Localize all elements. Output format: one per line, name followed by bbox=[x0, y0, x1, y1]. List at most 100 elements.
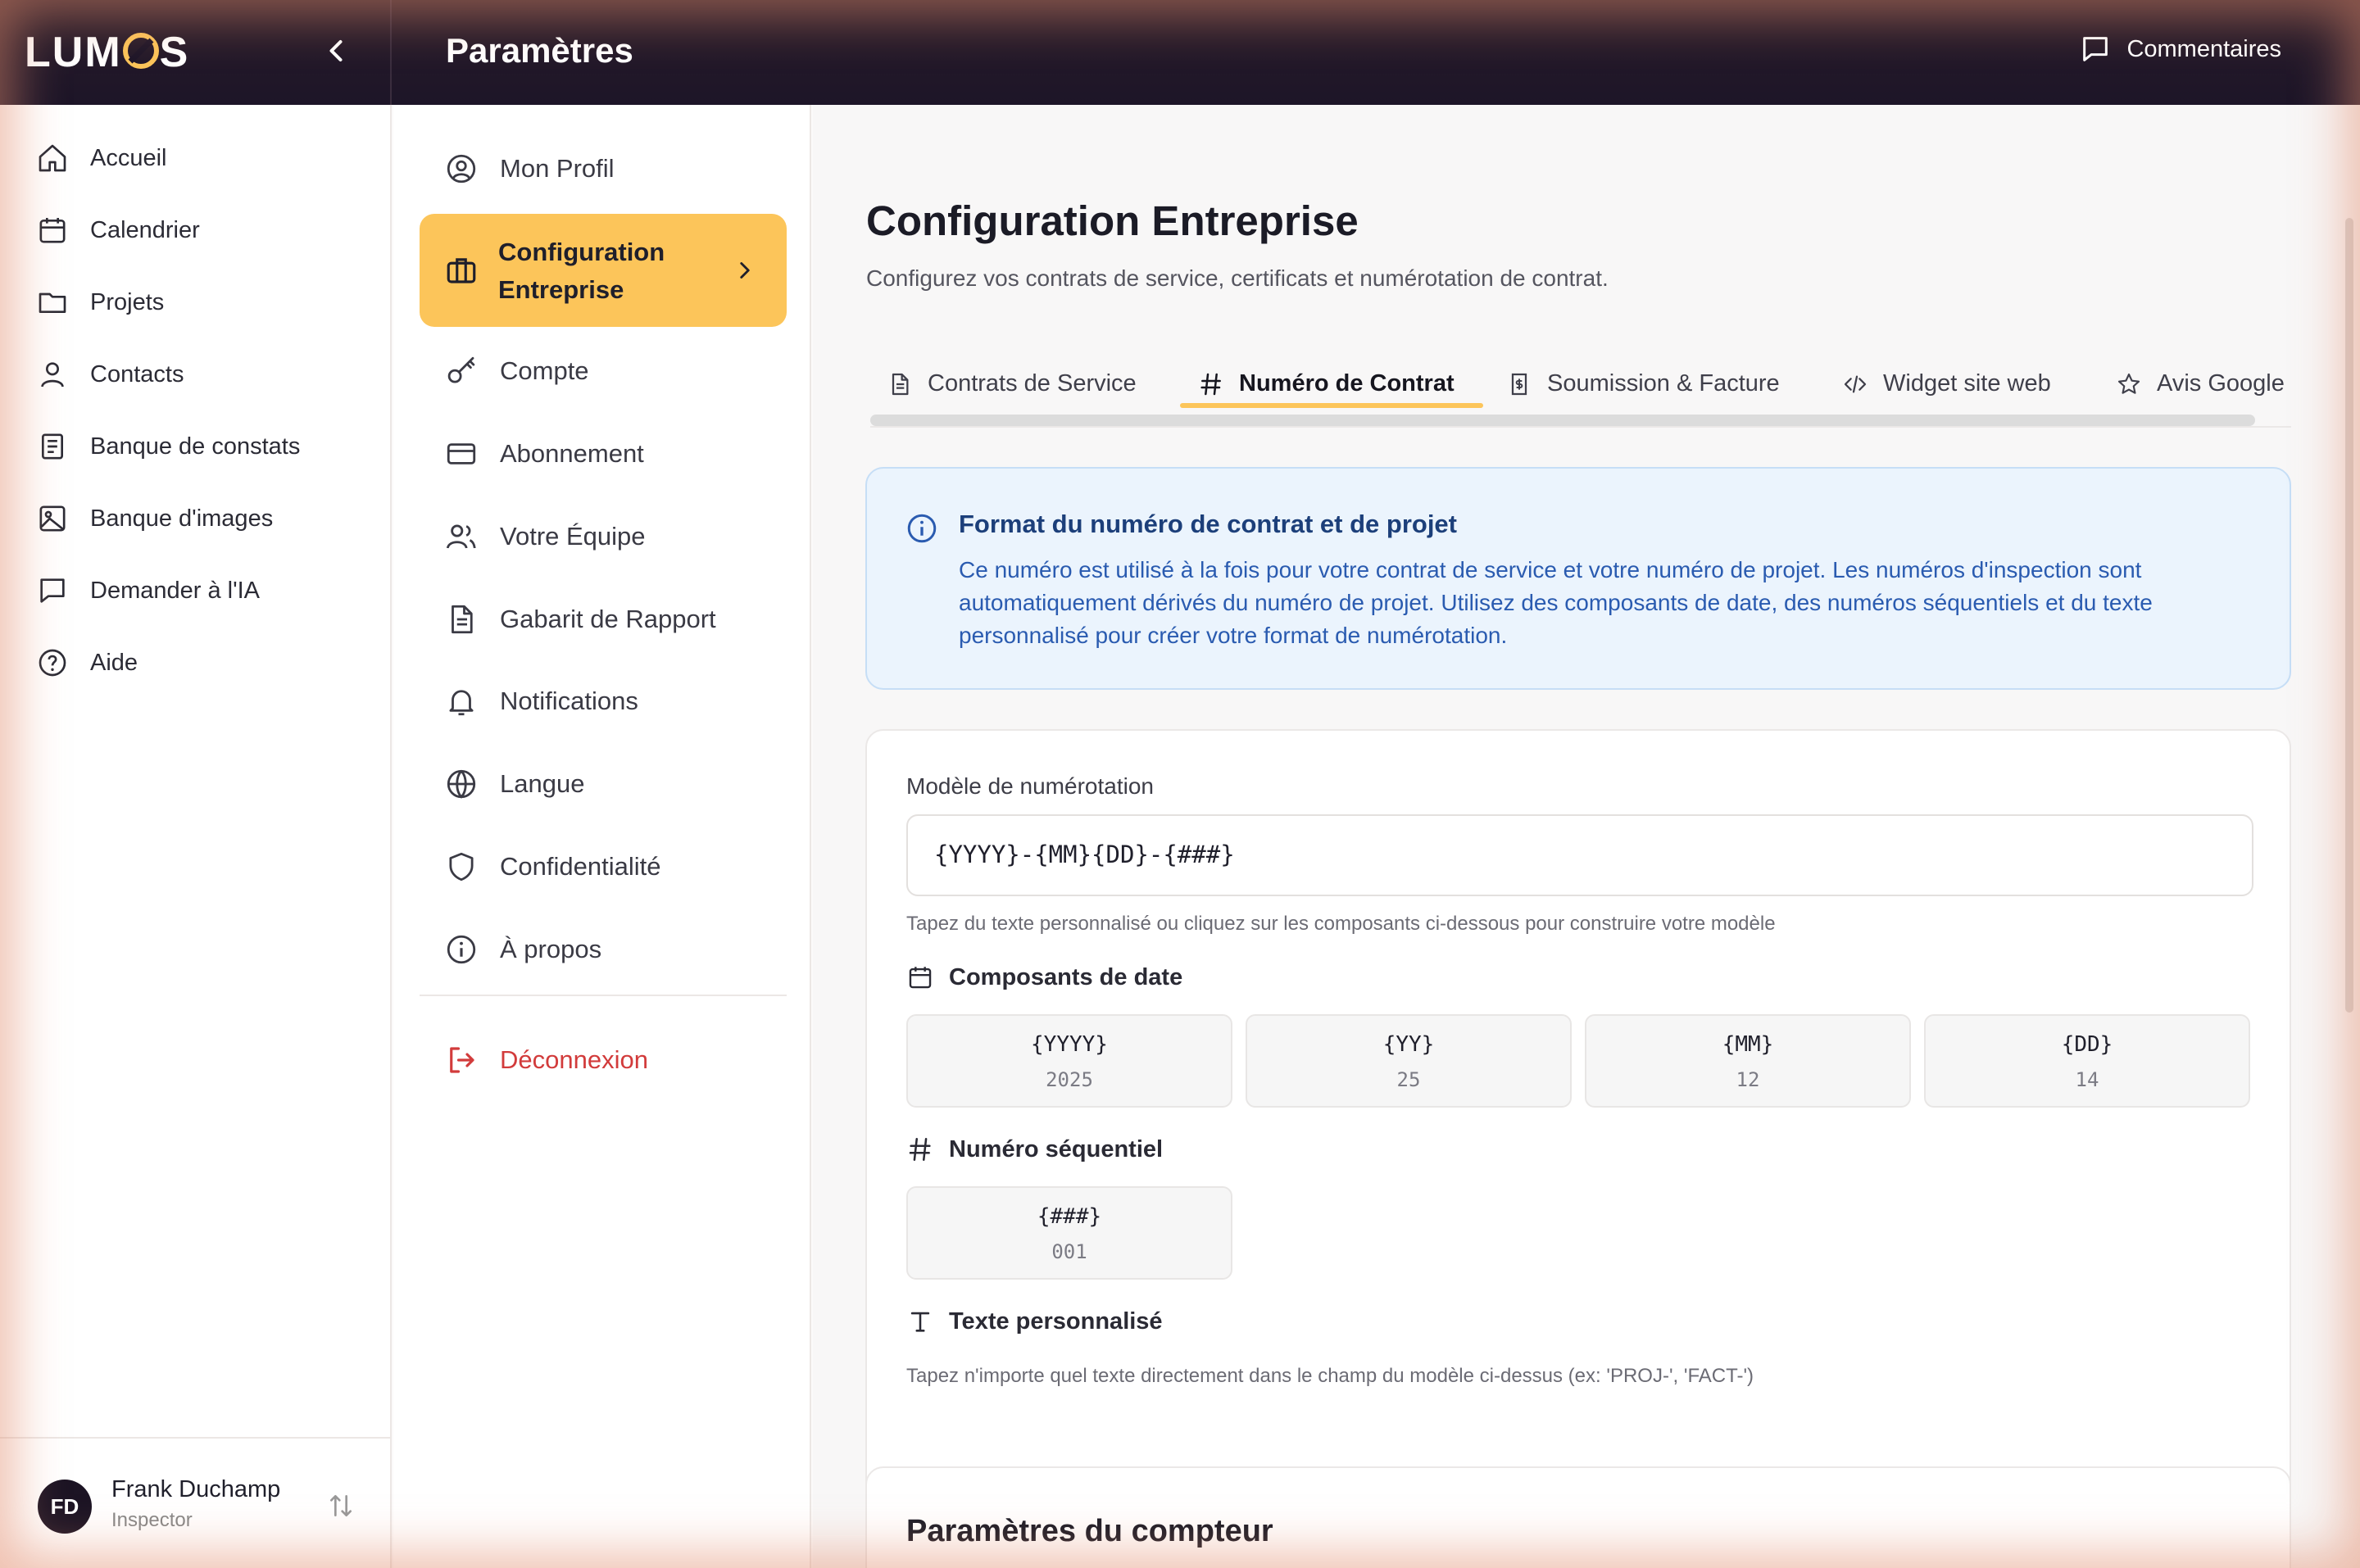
tab-contrats-service[interactable]: Contrats de Service bbox=[887, 370, 1137, 397]
page-title: Configuration Entreprise bbox=[866, 197, 1359, 244]
code-icon bbox=[1844, 375, 1867, 392]
chip-example: 14 bbox=[2075, 1068, 2099, 1091]
image-icon bbox=[39, 505, 66, 532]
chip-example: 25 bbox=[1396, 1068, 1421, 1091]
brand-zone: LUM S bbox=[0, 0, 392, 105]
sidebar-item-calendrier[interactable]: Calendrier bbox=[36, 210, 200, 251]
message-square-icon bbox=[2083, 37, 2108, 61]
numbering-card: Modèle de numérotation {YYYY}-{MM}{DD}-{… bbox=[865, 729, 2291, 1532]
chevron-right-icon bbox=[740, 262, 750, 279]
component-chip-sequence[interactable]: {###} 001 bbox=[906, 1186, 1232, 1280]
tab-soumission-facture[interactable]: Soumission & Facture bbox=[1506, 370, 1780, 397]
users-icon bbox=[446, 524, 476, 549]
sidebar-item-demander-ia[interactable]: Demander à l'IA bbox=[36, 570, 260, 611]
component-chip-yyyy[interactable]: {YYYY} 2025 bbox=[906, 1014, 1232, 1108]
logout-button[interactable]: Déconnexion bbox=[444, 1036, 648, 1085]
settings-item-label: Notifications bbox=[500, 687, 638, 715]
component-chip-mm[interactable]: {MM} 12 bbox=[1585, 1014, 1911, 1108]
component-chip-dd[interactable]: {DD} 14 bbox=[1924, 1014, 2250, 1108]
top-bar: LUM S Paramètres Commentaires bbox=[0, 0, 2360, 105]
sidebar-item-label: Accueil bbox=[90, 144, 167, 171]
settings-item-label: Configuration Entreprise bbox=[498, 238, 665, 304]
settings-item-compte[interactable]: Compte bbox=[444, 347, 589, 396]
calendar-icon bbox=[909, 967, 932, 989]
settings-item-confidentialite[interactable]: Confidentialité bbox=[444, 842, 660, 891]
star-icon bbox=[2117, 373, 2140, 394]
document-icon bbox=[452, 605, 473, 634]
main-content: Configuration Entreprise Configurez vos … bbox=[813, 105, 2360, 1568]
settings-item-abonnement[interactable]: Abonnement bbox=[444, 429, 644, 478]
custom-text-heading: Texte personnalisé bbox=[906, 1307, 1163, 1335]
calendar-icon bbox=[39, 218, 66, 243]
tab-scrollbar[interactable] bbox=[870, 415, 2255, 426]
info-icon bbox=[907, 514, 937, 543]
help-icon bbox=[39, 649, 66, 677]
chip-token: {MM} bbox=[1722, 1032, 1774, 1057]
chip-example: 001 bbox=[1051, 1240, 1087, 1263]
pattern-input[interactable]: {YYYY}-{MM}{DD}-{###} bbox=[906, 814, 2253, 896]
home-icon bbox=[39, 144, 66, 172]
sidebar-item-label: Demander à l'IA bbox=[90, 577, 261, 604]
settings-item-label: Confidentialité bbox=[500, 852, 661, 881]
sidebar-item-banque-constats[interactable]: Banque de constats bbox=[36, 426, 300, 467]
tab-avis-google[interactable]: Avis Google bbox=[2116, 370, 2285, 397]
pattern-label: Modèle de numérotation bbox=[906, 773, 1154, 799]
settings-item-label: Compte bbox=[500, 356, 589, 385]
settings-item-configuration-entreprise[interactable]: Configuration Entreprise bbox=[420, 214, 787, 327]
tab-label: Avis Google bbox=[2157, 370, 2285, 397]
shield-icon bbox=[449, 852, 474, 881]
sequential-heading: Numéro séquentiel bbox=[906, 1135, 1163, 1163]
user-name: Frank Duchamp bbox=[111, 1476, 281, 1502]
settings-item-label: Abonnement bbox=[500, 439, 644, 468]
chip-example: 2025 bbox=[1046, 1068, 1093, 1091]
custom-text-hint: Tapez n'importe quel texte directement d… bbox=[906, 1365, 1754, 1387]
user-circle-icon bbox=[447, 154, 476, 184]
sidebar: Accueil Calendrier Projets Contacts Banq… bbox=[0, 105, 392, 1568]
pattern-hint: Tapez du texte personnalisé ou cliquez s… bbox=[906, 913, 1776, 935]
sidebar-item-label: Contacts bbox=[90, 360, 184, 387]
sidebar-item-accueil[interactable]: Accueil bbox=[36, 138, 167, 179]
settings-item-profil[interactable]: Mon Profil bbox=[444, 144, 615, 193]
clipboard-icon bbox=[42, 433, 63, 460]
settings-item-gabarit-rapport[interactable]: Gabarit de Rapport bbox=[444, 595, 716, 644]
settings-item-equipe[interactable]: Votre Équipe bbox=[444, 512, 646, 561]
active-tab-indicator bbox=[1180, 403, 1483, 408]
key-icon bbox=[447, 356, 475, 383]
sidebar-item-label: Aide bbox=[90, 649, 138, 676]
user-role: Inspector bbox=[111, 1509, 193, 1531]
tab-label: Contrats de Service bbox=[928, 370, 1137, 397]
settings-divider bbox=[420, 995, 787, 996]
info-callout: Format du numéro de contrat et de projet… bbox=[865, 467, 2291, 690]
user-profile-switcher[interactable]: FD Frank Duchamp Inspector bbox=[0, 1437, 392, 1568]
sidebar-item-aide[interactable]: Aide bbox=[36, 642, 138, 683]
lumos-logo[interactable]: LUM S bbox=[25, 28, 189, 77]
section-label: Texte personnalisé bbox=[949, 1307, 1163, 1335]
section-label: Numéro séquentiel bbox=[949, 1135, 1164, 1162]
sidebar-item-contacts[interactable]: Contacts bbox=[36, 354, 184, 395]
chip-example: 12 bbox=[1736, 1068, 1760, 1091]
section-label: Composants de date bbox=[949, 963, 1183, 990]
document-icon bbox=[892, 373, 909, 395]
tab-widget-site-web[interactable]: Widget site web bbox=[1842, 370, 2051, 397]
hash-icon bbox=[909, 1137, 931, 1162]
switch-account-icon[interactable] bbox=[324, 1489, 357, 1522]
invoice-icon bbox=[1511, 373, 1527, 395]
main-scrollbar[interactable] bbox=[2345, 218, 2353, 1013]
settings-item-label: Votre Équipe bbox=[500, 522, 646, 551]
settings-item-notifications[interactable]: Notifications bbox=[444, 677, 638, 726]
feedback-button[interactable]: Commentaires bbox=[2079, 33, 2281, 66]
component-chip-yy[interactable]: {YY} 25 bbox=[1246, 1014, 1572, 1108]
tab-numero-contrat[interactable]: Numéro de Contrat bbox=[1198, 370, 1455, 397]
page-heading: Paramètres bbox=[446, 31, 633, 70]
sidebar-item-projets[interactable]: Projets bbox=[36, 282, 164, 323]
sidebar-item-banque-images[interactable]: Banque d'images bbox=[36, 498, 273, 539]
avatar: FD bbox=[38, 1480, 92, 1534]
collapse-sidebar-button[interactable] bbox=[316, 33, 356, 72]
settings-item-langue[interactable]: Langue bbox=[444, 759, 584, 809]
sidebar-item-label: Calendrier bbox=[90, 216, 200, 243]
settings-item-a-propos[interactable]: À propos bbox=[444, 925, 601, 974]
feedback-label: Commentaires bbox=[2126, 35, 2281, 62]
logout-label: Déconnexion bbox=[500, 1045, 648, 1074]
globe-icon bbox=[447, 769, 476, 799]
info-body: Ce numéro est utilisé à la fois pour vot… bbox=[959, 557, 2153, 648]
